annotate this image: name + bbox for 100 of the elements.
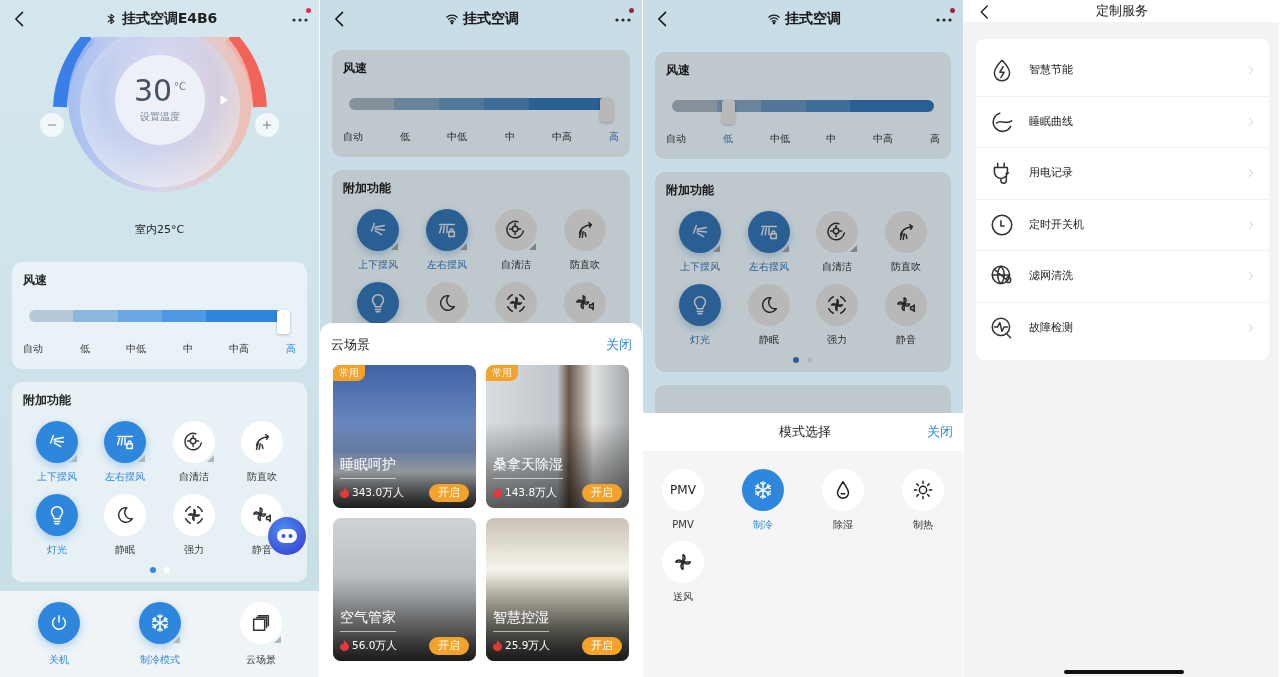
speed-slider[interactable] (29, 310, 290, 334)
feature-button[interactable] (494, 209, 537, 251)
feature-button[interactable] (816, 211, 859, 253)
device-title: 挂式空调 (785, 9, 841, 28)
temperature-unit: °C (174, 82, 187, 92)
service-item[interactable]: 用电记录 (1029, 165, 1231, 182)
feature-button[interactable] (816, 284, 859, 326)
scene-card[interactable]: 空气管家 56.0万人 开启 (333, 517, 476, 661)
feature-button[interactable] (563, 209, 606, 251)
scene-name: 睡眠呵护 (340, 453, 396, 479)
feature-label: 静眠 (758, 333, 779, 347)
page-dot[interactable] (793, 357, 799, 363)
close-button[interactable]: 关闭 (606, 335, 632, 355)
indoor-temperature: 室内25°C (133, 222, 186, 238)
section-title: 附加功能 (666, 182, 715, 199)
speed-label[interactable]: 自动 (666, 131, 686, 146)
feature-label: 左右摆风 (105, 470, 146, 484)
feature-label: 自清洁 (822, 260, 853, 274)
feature-label: 防直吹 (246, 470, 277, 484)
mode-option[interactable]: PMV (662, 469, 704, 511)
feature-button[interactable] (747, 284, 790, 326)
feature-button[interactable] (425, 282, 468, 323)
feature-button[interactable] (884, 211, 927, 253)
feature-button[interactable] (494, 282, 537, 323)
service-item[interactable]: 定时开关机 (1029, 216, 1231, 233)
feature-button[interactable] (563, 282, 606, 323)
feature-button[interactable] (240, 421, 283, 463)
speed-label[interactable]: 中高 (229, 341, 250, 356)
service-item[interactable]: 智慧节能 (1029, 62, 1231, 79)
usage-count: 343.0万人 (352, 484, 405, 500)
close-button[interactable]: 关闭 (927, 422, 953, 442)
mode-label: PMV (672, 518, 694, 532)
mode-option[interactable] (662, 541, 704, 583)
mode-label: 送风 (673, 590, 693, 604)
page-dot[interactable] (149, 567, 156, 573)
flame-icon (493, 640, 502, 652)
speed-label[interactable]: 自动 (343, 129, 363, 144)
scene-card[interactable]: 常用 睡眠呵护 343.0万人 开启 (333, 364, 476, 508)
feature-button[interactable] (240, 494, 283, 536)
speed-label[interactable]: 中低 (126, 341, 147, 356)
feature-button[interactable] (172, 421, 215, 463)
feature-label: 灯光 (690, 333, 711, 347)
service-item[interactable]: 故障检测 (1029, 320, 1231, 337)
mode-label: 除湿 (833, 518, 853, 532)
feature-button[interactable] (172, 494, 215, 536)
gear-icon (504, 219, 527, 241)
feature-button[interactable] (884, 284, 927, 326)
service-item[interactable]: 滤网清洗 (1029, 268, 1231, 285)
feature-label: 左右摆风 (426, 258, 467, 272)
mode-label: 制热 (913, 518, 933, 532)
speed-label[interactable]: 低 (722, 131, 733, 146)
scene-name: 空气管家 (340, 606, 396, 632)
slider-thumb[interactable] (600, 98, 613, 122)
speed-label[interactable]: 中 (826, 131, 837, 146)
sheet-title: 模式选择 (778, 423, 832, 442)
feature-label: 强力 (183, 543, 204, 557)
feature-label: 上下摆风 (357, 258, 398, 272)
temperature-caption: 设置温度 (140, 110, 180, 124)
slider-thumb[interactable] (721, 100, 735, 124)
mode-label: 关机 (48, 652, 69, 667)
scene-card[interactable]: 常用 桑拿天除湿 143.8万人 开启 (486, 364, 629, 508)
section-title: 风速 (23, 272, 48, 289)
feature-label: 强力 (827, 333, 848, 347)
mode-option[interactable] (822, 469, 864, 511)
scene-name: 桑拿天除湿 (493, 453, 563, 479)
feature-label: 静音 (895, 333, 916, 347)
feature-label: 防直吹 (890, 260, 921, 274)
more-icon (935, 17, 953, 22)
feature-label: 静音 (251, 543, 272, 557)
feature-label: 左右摆风 (748, 260, 789, 274)
scene-card[interactable]: 智慧控湿 25.9万人 开启 (486, 517, 629, 661)
usage-count: 56.0万人 (352, 637, 398, 653)
speed-slider[interactable] (349, 98, 613, 122)
speed-label[interactable]: 中 (182, 341, 193, 356)
speed-label[interactable]: 中 (504, 129, 515, 144)
speed-slider[interactable] (672, 100, 934, 124)
speed-label[interactable]: 高 (608, 129, 619, 144)
speed-label[interactable]: 中高 (551, 129, 572, 144)
robot-face-icon (276, 528, 298, 544)
section-title: 附加功能 (343, 180, 392, 197)
feature-label: 灯光 (47, 543, 68, 557)
feature-label: 上下摆风 (37, 470, 78, 484)
section-title: 风速 (666, 62, 691, 79)
speed-label[interactable]: 中低 (447, 129, 468, 144)
mode-option[interactable] (902, 469, 944, 511)
speed-label[interactable]: 自动 (23, 341, 43, 356)
speed-label[interactable]: 中高 (873, 131, 894, 146)
slider-thumb[interactable] (277, 310, 290, 334)
feature-button[interactable] (104, 494, 147, 536)
speed-label[interactable]: 低 (79, 341, 90, 356)
feature-label: 静眠 (115, 543, 136, 557)
page-dot[interactable] (163, 567, 170, 573)
speed-label[interactable]: 中低 (769, 131, 790, 146)
feature-label: 上下摆风 (680, 260, 721, 274)
service-item[interactable]: 睡眠曲线 (1029, 113, 1231, 130)
speed-label[interactable]: 高 (930, 131, 940, 146)
mode-label: 制冷模式 (139, 652, 180, 667)
speed-label[interactable]: 低 (400, 129, 411, 144)
snowflake-icon (752, 479, 774, 501)
pinwheel-icon (672, 551, 694, 573)
